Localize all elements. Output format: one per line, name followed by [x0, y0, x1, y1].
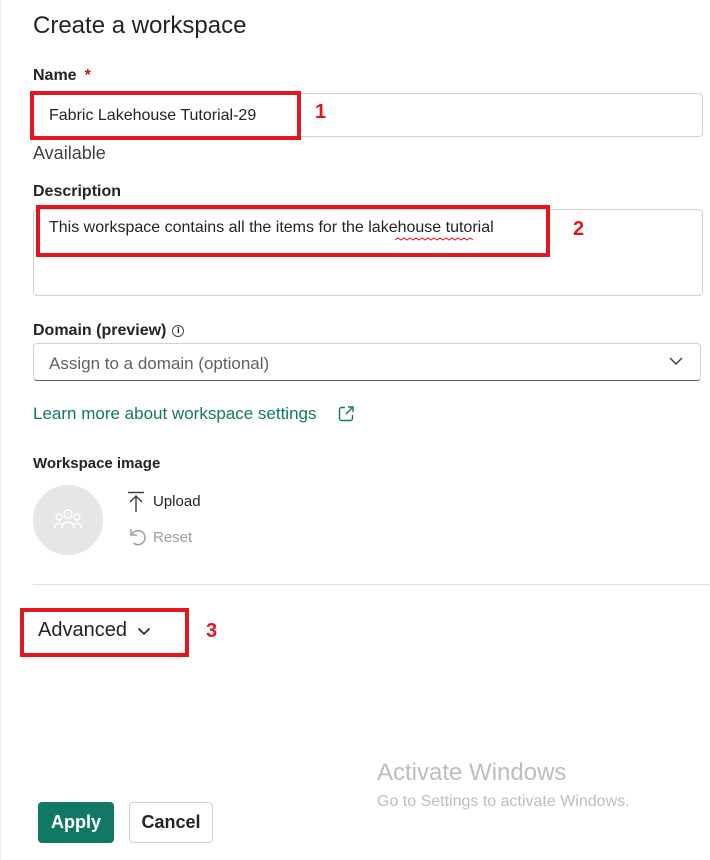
apply-button[interactable]: Apply — [38, 802, 114, 843]
activate-windows-subtitle: Go to Settings to activate Windows. — [377, 793, 630, 810]
section-divider — [33, 584, 710, 585]
reset-label: Reset — [153, 529, 193, 546]
upload-label: Upload — [153, 493, 201, 510]
name-label-text: Name — [33, 67, 77, 84]
description-label: Description — [33, 183, 122, 200]
workspace-avatar — [33, 485, 103, 555]
learn-more-link[interactable]: Learn more about workspace settings — [33, 404, 317, 424]
domain-dropdown-placeholder: Assign to a domain (optional) — [49, 354, 270, 373]
annotation-number-2: 2 — [573, 218, 585, 240]
cancel-button[interactable]: Cancel — [129, 802, 213, 843]
panel-title: Create a workspace — [33, 12, 247, 39]
annotation-number-3: 3 — [206, 620, 218, 642]
info-icon[interactable]: i — [172, 325, 185, 337]
domain-label: Domain (preview) i — [33, 322, 185, 340]
domain-label-text: Domain (preview) — [33, 322, 167, 339]
name-availability-status: Available — [33, 143, 106, 163]
open-in-new-icon[interactable] — [337, 405, 355, 423]
annotation-box-2 — [36, 205, 550, 257]
upload-button[interactable]: Upload — [127, 491, 217, 513]
name-label: Name * — [33, 67, 91, 85]
undo-icon — [130, 529, 146, 546]
annotation-box-3 — [20, 608, 189, 657]
background-edge — [0, 0, 1, 860]
annotation-box-1 — [30, 91, 301, 140]
annotation-number-1: 1 — [315, 101, 327, 123]
required-mark: * — [84, 67, 91, 84]
chevron-down-icon — [669, 357, 683, 366]
activate-windows-title: Activate Windows — [377, 759, 567, 786]
people-group-icon — [53, 509, 83, 529]
domain-dropdown[interactable]: Assign to a domain (optional) — [33, 343, 701, 381]
upload-icon — [128, 491, 144, 512]
reset-button[interactable]: Reset — [127, 526, 217, 548]
workspace-image-label: Workspace image — [33, 455, 161, 472]
